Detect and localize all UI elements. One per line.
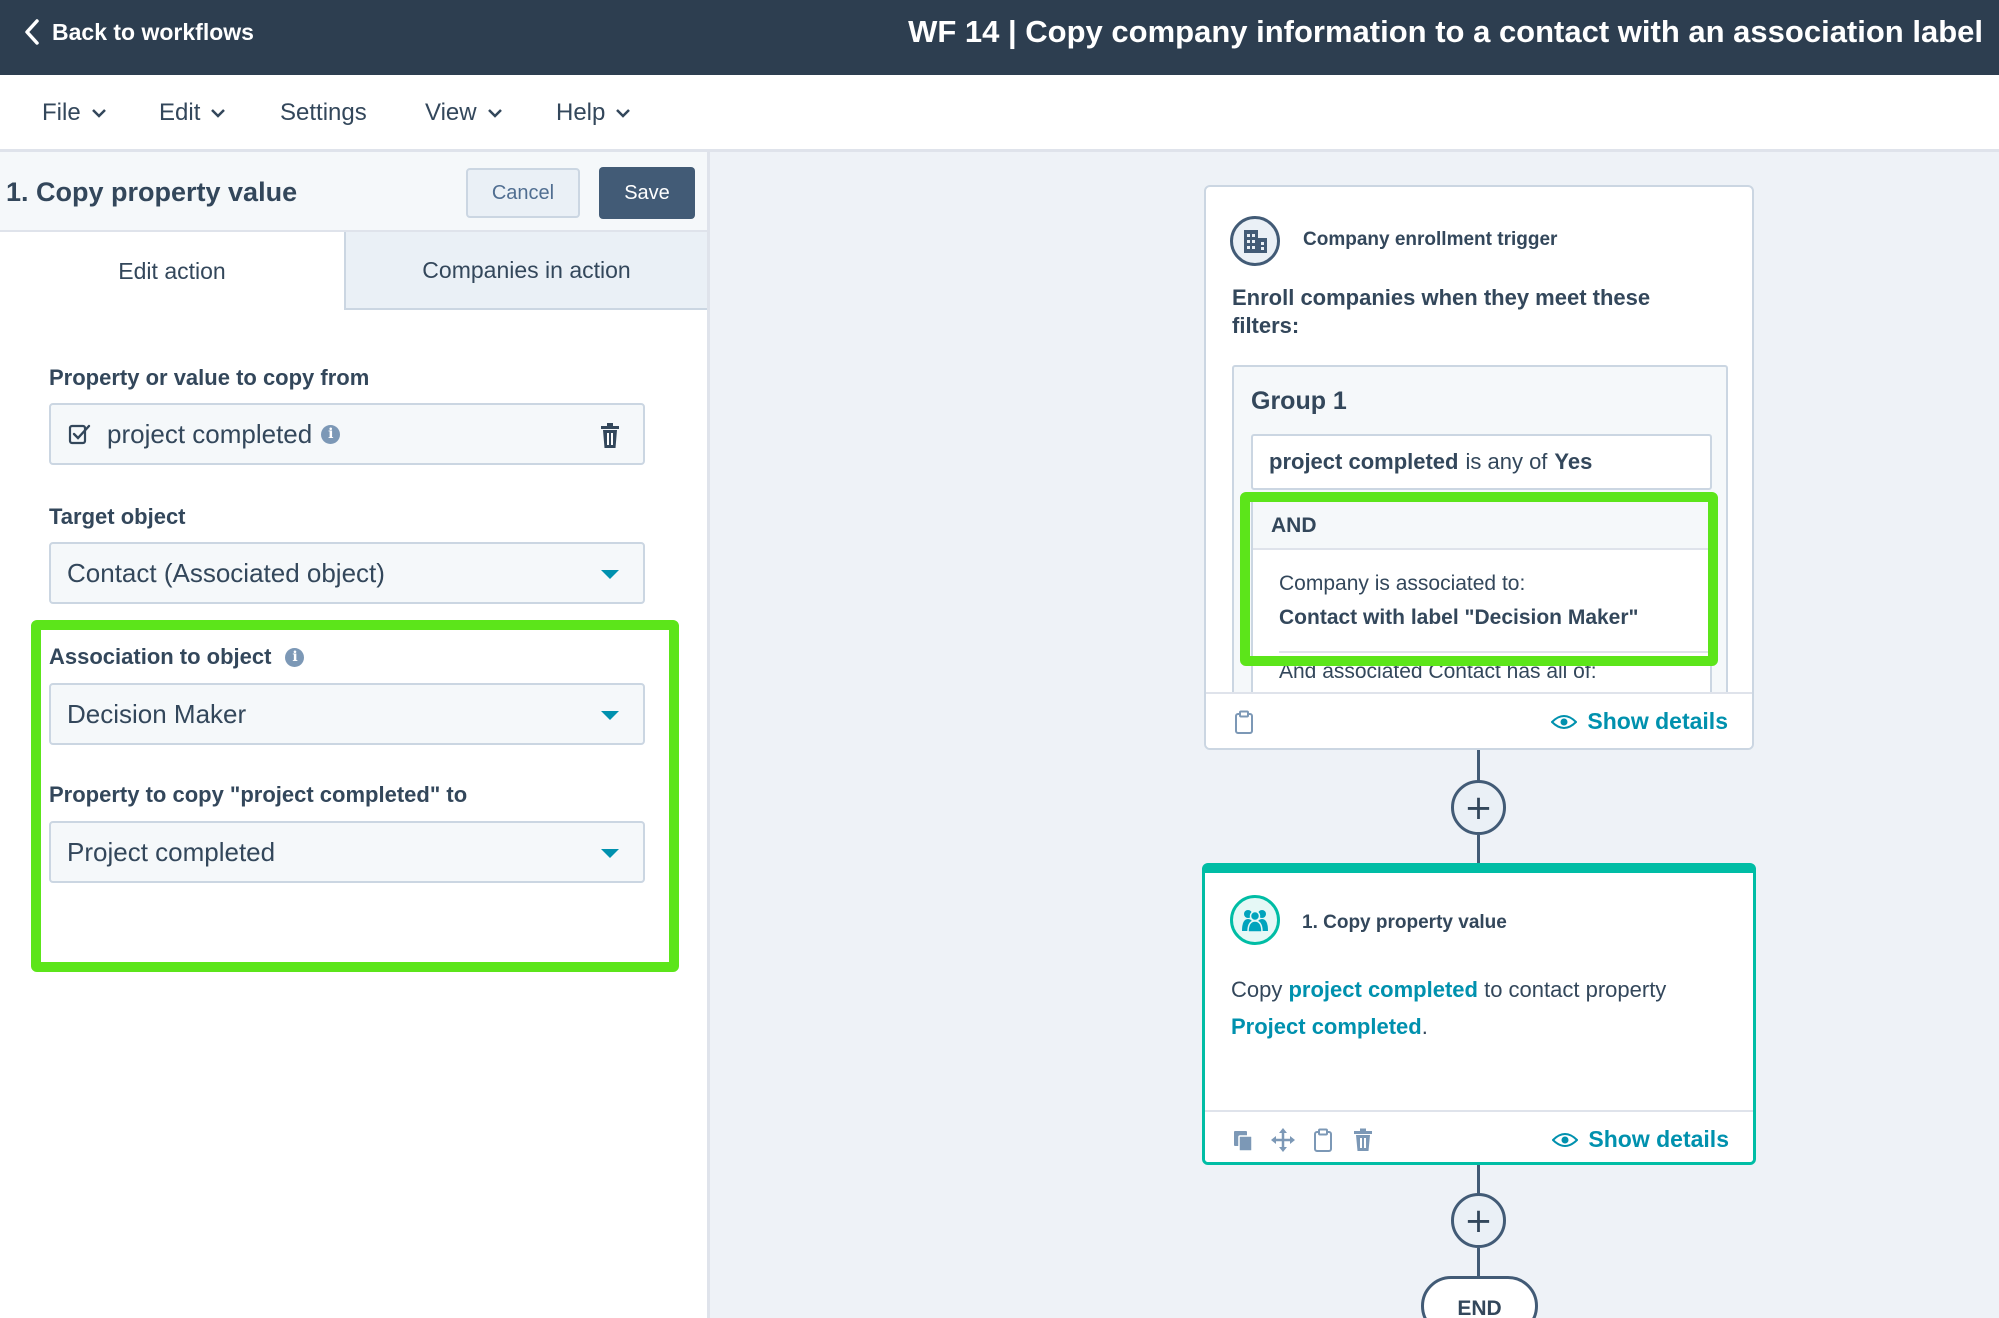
- trash-icon[interactable]: [1351, 1128, 1375, 1152]
- group-title: Group 1: [1251, 387, 1347, 415]
- trigger-heading: Company enrollment trigger: [1303, 229, 1558, 250]
- trash-icon[interactable]: [599, 423, 621, 449]
- chevron-down-icon: [616, 109, 631, 118]
- filter-operator: is any of: [1465, 449, 1548, 474]
- target-object-select[interactable]: Contact (Associated object): [49, 542, 645, 604]
- top-bar: Back to workflows WF 14 | Copy company i…: [0, 0, 1999, 75]
- info-icon[interactable]: i: [321, 424, 341, 444]
- clipboard-icon[interactable]: [1311, 1128, 1335, 1152]
- caret-down-icon: [601, 570, 619, 579]
- target-object-label: Target object: [49, 504, 186, 529]
- action-text-after: .: [1421, 1014, 1428, 1039]
- chevron-down-icon: [91, 109, 106, 118]
- show-details-link[interactable]: Show details: [1552, 1126, 1729, 1153]
- filter-row: project completed is any of Yes: [1251, 434, 1712, 490]
- chevron-down-icon: [487, 109, 502, 118]
- menu-settings[interactable]: Settings: [280, 99, 367, 127]
- connector-line: [1477, 835, 1480, 865]
- action-text-middle: to contact property: [1484, 977, 1667, 1002]
- action-description: Copy project completed to contact proper…: [1231, 971, 1731, 1045]
- connector-line: [1477, 1248, 1480, 1278]
- copy-from-value: project completed: [107, 418, 313, 449]
- menu-edit[interactable]: Edit: [159, 99, 226, 127]
- move-icon[interactable]: [1271, 1128, 1295, 1152]
- menu-bar: File Edit Settings View Help: [0, 75, 1999, 152]
- show-details-link[interactable]: Show details: [1551, 708, 1728, 735]
- copy-from-field[interactable]: project completed i: [49, 403, 645, 465]
- panel-header: 1. Copy property value Cancel Save: [0, 152, 707, 232]
- clipboard-icon[interactable]: [1232, 710, 1256, 734]
- save-button[interactable]: Save: [599, 167, 695, 219]
- menu-view-label: View: [425, 99, 477, 126]
- people-icon: [1230, 895, 1280, 945]
- action-card-footer: Show details: [1205, 1110, 1753, 1162]
- workflow-title: WF 14 | Copy company information to a co…: [908, 14, 1983, 49]
- tab-companies-in-action[interactable]: Companies in action: [346, 232, 707, 310]
- menu-view[interactable]: View: [425, 99, 503, 127]
- action-heading: 1. Copy property value: [1302, 912, 1507, 933]
- eye-icon: [1551, 714, 1578, 729]
- highlight-box: [1240, 492, 1718, 666]
- panel-title: 1. Copy property value: [6, 177, 298, 207]
- filter-property: project completed: [1269, 449, 1459, 474]
- action-text-before: Copy: [1231, 977, 1283, 1002]
- building-icon: [1230, 216, 1280, 266]
- panel-tabs: Edit action Companies in action: [0, 232, 707, 310]
- menu-edit-label: Edit: [159, 99, 201, 126]
- copy-from-label: Property or value to copy from: [49, 365, 370, 390]
- trigger-description: Enroll companies when they meet these fi…: [1232, 285, 1651, 338]
- menu-help-label: Help: [556, 99, 606, 126]
- target-property-link[interactable]: Project completed: [1231, 1014, 1422, 1039]
- chevron-left-icon: [25, 19, 39, 45]
- copy-icon[interactable]: [1231, 1128, 1255, 1152]
- trigger-card-footer: Show details: [1206, 692, 1752, 748]
- source-property-link[interactable]: project completed: [1288, 977, 1477, 1002]
- target-object-value: Contact (Associated object): [67, 557, 385, 588]
- add-action-button[interactable]: +: [1451, 780, 1506, 835]
- menu-file-label: File: [42, 99, 81, 126]
- back-to-workflows-link[interactable]: Back to workflows: [22, 14, 254, 50]
- show-details-label: Show details: [1588, 1126, 1729, 1152]
- filter-value: Yes: [1554, 449, 1593, 474]
- eye-icon: [1552, 1132, 1579, 1147]
- copy-property-action-card[interactable]: 1. Copy property value Copy project comp…: [1202, 863, 1756, 1165]
- menu-settings-label: Settings: [280, 99, 367, 126]
- highlight-box: [31, 620, 679, 972]
- menu-file[interactable]: File: [42, 99, 107, 127]
- menu-help[interactable]: Help: [556, 99, 631, 127]
- property-icon: [68, 424, 91, 445]
- connector-line: [1477, 1165, 1480, 1195]
- back-label: Back to workflows: [52, 18, 254, 45]
- add-action-button[interactable]: +: [1451, 1193, 1506, 1248]
- chevron-down-icon: [211, 109, 226, 118]
- show-details-label: Show details: [1587, 708, 1728, 734]
- tab-edit-action[interactable]: Edit action: [0, 232, 346, 310]
- end-node: END: [1421, 1276, 1538, 1318]
- cancel-button[interactable]: Cancel: [466, 168, 580, 218]
